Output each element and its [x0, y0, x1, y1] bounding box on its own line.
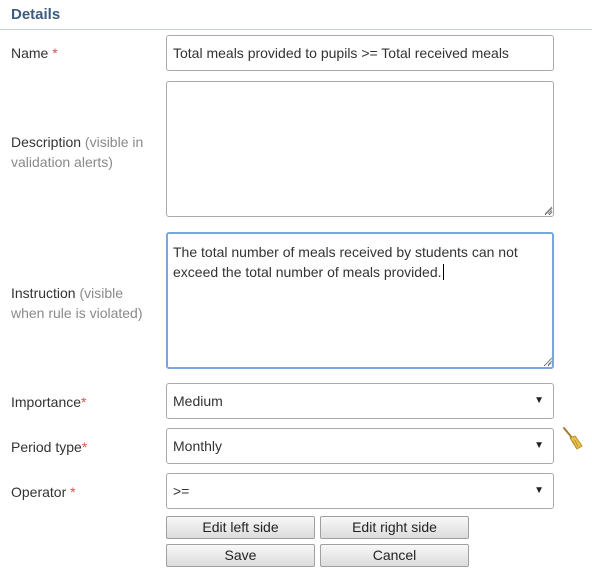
name-label: Name * [11, 43, 161, 63]
description-label-text: Description [11, 134, 82, 150]
instruction-hint-1: (visible [79, 285, 124, 301]
name-input[interactable]: Total meals provided to pupils >= Total … [166, 35, 554, 71]
period-type-select[interactable]: Monthly ▼ [166, 428, 554, 464]
description-hint-2: validation alerts) [11, 154, 113, 170]
edit-left-side-button[interactable]: Edit left side [166, 516, 315, 539]
description-textarea[interactable] [166, 81, 554, 217]
header-divider [0, 29, 592, 30]
period-type-label: Period type* [11, 437, 161, 457]
operator-select[interactable]: >= ▼ [166, 473, 554, 509]
name-label-text: Name [11, 45, 49, 61]
text-cursor [442, 264, 444, 280]
instruction-text: The total number of meals received by st… [173, 244, 518, 280]
description-resize-grip[interactable] [544, 206, 553, 215]
operator-selected-value: >= [173, 483, 190, 499]
importance-required-mark: * [81, 394, 87, 410]
importance-selected-value: Medium [173, 393, 223, 409]
instruction-resize-grip[interactable] [544, 357, 553, 366]
caret-down-icon: ▼ [534, 485, 544, 496]
instruction-hint-2: when rule is violated) [11, 305, 143, 321]
instruction-textarea[interactable]: The total number of meals received by st… [166, 232, 554, 369]
operator-label-text: Operator [11, 484, 67, 500]
section-title: Details [11, 6, 61, 23]
instruction-label: Instruction (visible when rule is violat… [11, 283, 161, 323]
description-hint-1: (visible in [84, 134, 144, 150]
caret-down-icon: ▼ [534, 440, 544, 451]
instruction-label-text: Instruction [11, 285, 76, 301]
importance-label-text: Importance [11, 394, 82, 410]
importance-select[interactable]: Medium ▼ [166, 383, 554, 419]
operator-label: Operator * [11, 482, 161, 502]
caret-down-icon: ▼ [534, 395, 544, 406]
operator-required-mark: * [70, 484, 76, 500]
details-header: Details [0, 0, 592, 30]
edit-right-side-button[interactable]: Edit right side [320, 516, 469, 539]
broom-icon[interactable] [561, 426, 583, 450]
name-required-mark: * [52, 45, 58, 61]
save-button[interactable]: Save [166, 544, 315, 567]
description-label: Description (visible in validation alert… [11, 132, 161, 172]
period-type-selected-value: Monthly [173, 438, 223, 454]
cancel-button[interactable]: Cancel [320, 544, 469, 567]
importance-label: Importance* [11, 392, 161, 412]
period-type-label-text: Period type [11, 439, 82, 455]
period-type-required-mark: * [81, 439, 88, 455]
